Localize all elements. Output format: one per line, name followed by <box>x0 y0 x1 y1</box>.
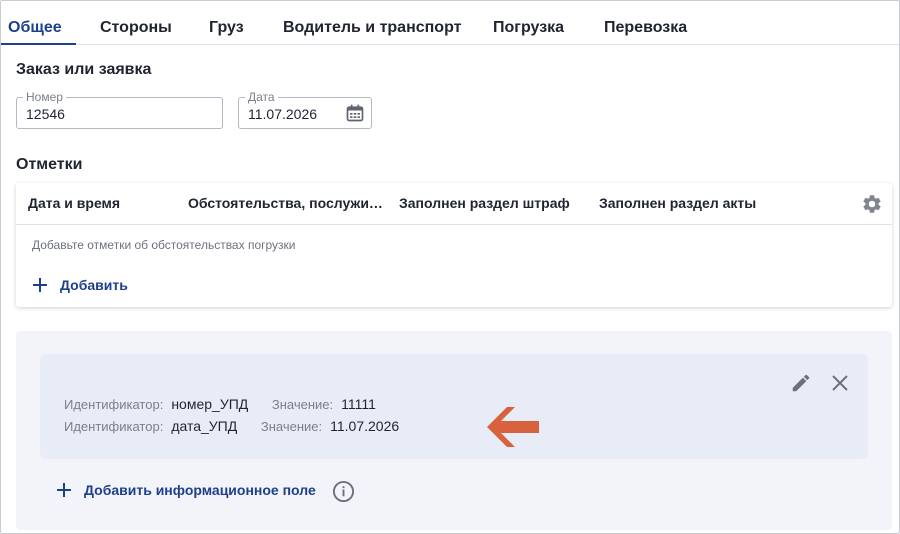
info-fields-panel: Идентификатор: номер_УПД Значение: 11111 И… <box>16 331 892 530</box>
plus-icon <box>33 278 47 292</box>
pencil-icon[interactable] <box>790 372 812 394</box>
column-header-datetime[interactable]: Дата и время <box>28 195 120 211</box>
active-tab-indicator <box>1 43 76 45</box>
date-field-label: Дата <box>245 90 278 104</box>
date-field-value[interactable]: 11.07.2026 <box>248 106 317 122</box>
header-divider <box>16 224 892 225</box>
value-label: Значение: <box>260 419 323 434</box>
tab-loading[interactable]: Погрузка <box>493 9 564 45</box>
arrow-left-icon <box>487 407 539 447</box>
tab-driver-transport[interactable]: Водитель и транспорт <box>283 9 461 45</box>
tab-transportation[interactable]: Перевозка <box>604 9 687 45</box>
number-field-label: Номер <box>23 90 66 104</box>
gear-icon[interactable] <box>861 193 883 215</box>
add-mark-label: Добавить <box>60 277 128 293</box>
number-field-value[interactable]: 12546 <box>26 106 65 122</box>
column-header-fine-section[interactable]: Заполнен раздел штраф <box>399 195 570 211</box>
tab-cargo[interactable]: Груз <box>209 9 244 45</box>
info-icon[interactable] <box>332 480 355 503</box>
value-label: Значение: <box>271 397 334 412</box>
add-info-field-label: Добавить информационное поле <box>84 482 316 498</box>
order-section-title: Заказ или заявка <box>16 61 152 78</box>
info-fields-card: Идентификатор: номер_УПД Значение: 11111 И… <box>40 354 868 459</box>
column-header-acts-section[interactable]: Заполнен раздел акты <box>599 195 756 211</box>
identifier-label: Идентификатор: <box>64 397 164 412</box>
tab-parties[interactable]: Стороны <box>100 9 172 45</box>
identifier-value: номер_УПД <box>171 396 249 412</box>
tab-bar: Общее Стороны Груз Водитель и транспорт … <box>1 9 899 45</box>
info-field-row: Идентификатор: номер_УПД Значение: 11111 <box>64 396 396 412</box>
date-field[interactable]: Дата 11.07.2026 <box>238 90 372 129</box>
add-mark-button[interactable]: Добавить <box>32 277 128 293</box>
plus-icon <box>57 483 71 497</box>
value-value: 11.07.2026 <box>330 418 400 434</box>
identifier-label: Идентификатор: <box>64 419 164 434</box>
marks-section-title: Отметки <box>16 156 83 173</box>
info-field-row: Идентификатор: дата_УПД Значение: 11.07.20… <box>64 418 419 434</box>
tab-general[interactable]: Общее <box>8 9 62 45</box>
value-value: 11111 <box>341 396 376 412</box>
window-frame: Общее Стороны Груз Водитель и транспорт … <box>0 0 900 534</box>
column-header-circumstances[interactable]: Обстоятельства, послужи… <box>188 195 383 211</box>
close-icon[interactable] <box>830 373 850 393</box>
marks-empty-hint: Добавьте отметки об обстоятельствах погр… <box>32 238 296 252</box>
add-info-field-button[interactable]: Добавить информационное поле <box>56 482 316 498</box>
calendar-icon[interactable] <box>345 103 365 123</box>
number-field[interactable]: Номер 12546 <box>16 90 223 129</box>
identifier-value: дата_УПД <box>171 418 238 434</box>
marks-table: Дата и время Обстоятельства, послужи… За… <box>16 183 892 307</box>
